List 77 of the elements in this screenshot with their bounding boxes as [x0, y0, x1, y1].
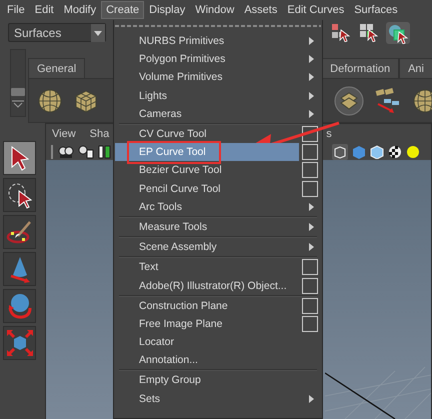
menu-item[interactable]: Display	[144, 1, 190, 19]
option-box-icon[interactable]	[302, 259, 318, 276]
option-box-icon[interactable]	[302, 316, 318, 332]
shelf-tab[interactable]: General	[28, 58, 86, 78]
submenu-arrow-icon	[308, 110, 314, 118]
menu-item[interactable]: Annotation...	[115, 351, 321, 370]
menu-item[interactable]: Modify	[58, 1, 102, 19]
nurbs-sphere-icon[interactable]	[412, 88, 432, 114]
submenu-arrow-icon	[308, 92, 314, 100]
tool-button[interactable]	[3, 215, 36, 249]
menu-item[interactable]: Volume Primitives	[115, 68, 321, 87]
camera-attributes-icon[interactable]	[78, 145, 94, 159]
scale-cube-icon	[6, 329, 34, 357]
submenu-arrow-icon	[308, 55, 314, 64]
submenu-arrow-icon	[308, 202, 314, 211]
menu-item[interactable]: Locator	[115, 333, 321, 352]
rotate-sphere-icon	[6, 292, 34, 320]
nurbs-cube-icon[interactable]	[73, 88, 99, 114]
menu-item[interactable]: Arc Tools	[115, 198, 321, 216]
dashed-line-icon	[115, 25, 321, 27]
menu-item[interactable]: Measure Tools	[115, 218, 321, 236]
menu-item[interactable]: Pencil Curve Tool	[115, 180, 321, 198]
menu-item[interactable]: Create	[101, 1, 144, 19]
lasso-select-icon	[6, 181, 34, 209]
select-mode-icon[interactable]	[386, 22, 410, 44]
loft-surface-icon[interactable]	[374, 88, 402, 114]
menu-item[interactable]: Empty Group	[115, 371, 321, 390]
wireframe-cube-icon[interactable]	[332, 144, 348, 160]
menu-set-dropdown[interactable]: Surfaces	[8, 23, 106, 42]
menu-item[interactable]: Text	[115, 258, 321, 276]
menu-item[interactable]: CV Curve Tool	[115, 124, 321, 144]
checker-texture-icon[interactable]	[388, 145, 402, 159]
menu-item[interactable]: File	[2, 1, 30, 19]
menu-item[interactable]: Sets	[115, 390, 321, 408]
menu-item[interactable]: Scene Assembly	[115, 238, 321, 256]
dropdown-caret-icon	[91, 24, 105, 42]
option-box-icon[interactable]	[302, 278, 318, 294]
light-icon[interactable]	[406, 145, 420, 159]
menu-item[interactable]: Surfaces	[349, 1, 403, 19]
menu-item[interactable]: Edit	[30, 1, 59, 19]
menu-item[interactable]: Construction Plane	[115, 296, 321, 315]
menu-item[interactable]: Cameras	[115, 104, 321, 123]
menu-item[interactable]: Free Image Plane	[115, 314, 321, 333]
panel-menu-item[interactable]: Sha	[90, 128, 110, 140]
nurbs-sphere-icon[interactable]	[37, 88, 63, 114]
shelf-tab[interactable]: Ani	[399, 58, 432, 78]
menu-item[interactable]: Edit Curves	[282, 1, 350, 19]
menu-item[interactable]: Window	[190, 1, 240, 19]
camera-icon[interactable]	[58, 145, 74, 159]
tool-button[interactable]	[3, 178, 36, 212]
bookmark-icon[interactable]	[98, 145, 112, 159]
menu-item[interactable]: Bezier Curve Tool	[115, 161, 321, 180]
option-box-icon[interactable]	[302, 162, 318, 178]
option-box-icon[interactable]	[302, 298, 318, 314]
shelf-caret-icon[interactable]	[11, 100, 25, 108]
submenu-arrow-icon	[308, 243, 314, 252]
panel-menu-item[interactable]: s	[326, 128, 332, 140]
menu-item[interactable]: Assets	[239, 1, 282, 19]
submenu-arrow-icon	[308, 37, 314, 46]
option-box-icon[interactable]	[302, 126, 318, 142]
menu-item[interactable]: Polygon Primitives	[115, 50, 321, 68]
toolbar-handle-icon	[50, 145, 54, 159]
submenu-arrow-icon	[308, 394, 314, 403]
option-box-icon[interactable]	[302, 144, 318, 160]
menu-item[interactable]: Adobe(R) Illustrator(R) Object...	[115, 276, 321, 295]
submenu-arrow-icon	[308, 222, 314, 231]
select-by-object-icon[interactable]	[358, 22, 378, 42]
shelf-handle[interactable]	[10, 49, 26, 117]
nurbs-plane-icon[interactable]	[334, 86, 364, 116]
menu-item[interactable]: NURBS Primitives	[115, 32, 321, 50]
panel-menu-item[interactable]: View	[52, 128, 76, 140]
option-box-icon[interactable]	[302, 180, 318, 197]
tool-button[interactable]	[3, 141, 36, 175]
submenu-arrow-icon	[308, 73, 314, 82]
select-by-component-icon[interactable]	[330, 22, 350, 42]
menu-item[interactable]: Lights	[115, 86, 321, 105]
shelf-tab[interactable]: Deformation	[321, 58, 400, 78]
